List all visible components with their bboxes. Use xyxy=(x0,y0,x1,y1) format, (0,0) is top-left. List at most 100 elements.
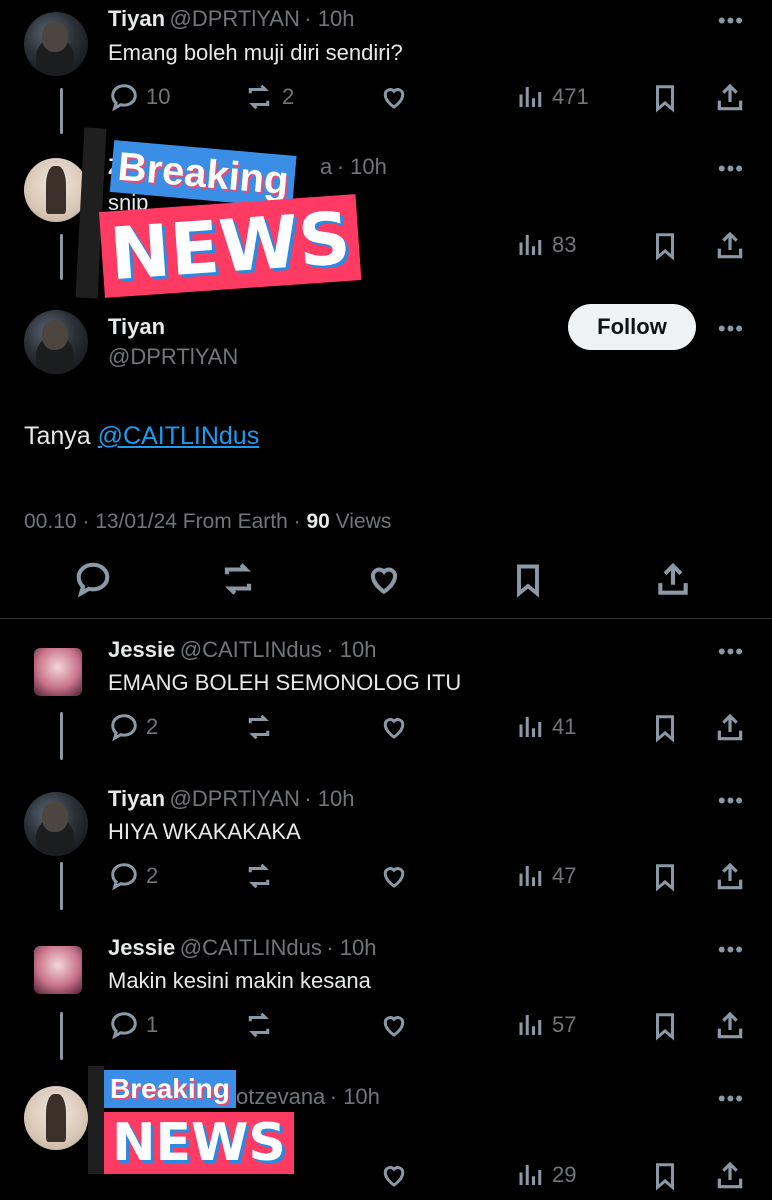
views-count: 83 xyxy=(552,232,577,257)
analytics-icon xyxy=(519,87,542,107)
bookmark-icon xyxy=(656,1013,674,1041)
more-options-button[interactable]: ••• xyxy=(718,937,744,963)
share-icon xyxy=(717,231,743,259)
bookmark-icon xyxy=(656,85,674,113)
tweet-time: · 10h xyxy=(336,154,387,179)
mention-link[interactable]: @CAITLINdus xyxy=(98,422,260,450)
views-count: 90 xyxy=(306,510,330,533)
avatar[interactable] xyxy=(34,648,82,696)
more-options-button[interactable]: ••• xyxy=(718,156,744,182)
like-button[interactable] xyxy=(378,712,410,742)
heart-icon xyxy=(383,88,405,109)
share-button[interactable] xyxy=(714,1010,746,1042)
views-button[interactable]: 83 xyxy=(516,230,576,260)
avatar[interactable] xyxy=(24,12,88,76)
views-label: Views xyxy=(329,510,392,533)
views-button[interactable]: 29 xyxy=(516,1160,576,1190)
avatar[interactable] xyxy=(34,946,82,994)
like-button[interactable] xyxy=(378,82,410,112)
bookmark-button[interactable] xyxy=(650,82,680,114)
repost-icon xyxy=(248,84,270,110)
bookmark-button[interactable] xyxy=(650,1010,680,1042)
sticker-news: NEWS xyxy=(104,1112,294,1174)
reply-button[interactable]: 2 xyxy=(108,861,158,891)
user-handle[interactable]: @CAITLINdus xyxy=(180,935,322,960)
views-button[interactable]: 57 xyxy=(516,1010,576,1040)
share-button[interactable] xyxy=(714,230,746,262)
bookmark-icon xyxy=(517,564,539,598)
follow-button[interactable]: Follow xyxy=(568,304,696,350)
repost-icon xyxy=(248,1012,270,1038)
heart-icon xyxy=(370,567,398,595)
bookmark-button[interactable] xyxy=(650,861,680,893)
bookmark-button[interactable] xyxy=(650,230,680,262)
like-button[interactable] xyxy=(364,560,404,598)
display-name[interactable]: Tiyan xyxy=(108,6,165,31)
reply-button[interactable]: 1 xyxy=(108,1010,158,1040)
thread-line xyxy=(60,712,63,760)
reply-button[interactable]: 2 xyxy=(108,712,158,742)
tweet-text: Makin kesini makin kesana xyxy=(108,968,371,993)
bookmark-icon xyxy=(656,715,674,743)
sticker-news: NEWS xyxy=(99,194,362,298)
views-button[interactable]: 47 xyxy=(516,861,576,891)
repost-button[interactable] xyxy=(242,861,276,891)
more-options-button[interactable]: ••• xyxy=(718,316,744,342)
more-options-button[interactable]: ••• xyxy=(718,1086,744,1112)
share-button[interactable] xyxy=(714,712,746,744)
reply-icon xyxy=(76,562,110,598)
views-count: 57 xyxy=(552,1012,577,1037)
analytics-icon xyxy=(519,1015,542,1035)
repost-button[interactable] xyxy=(242,1010,276,1040)
bookmark-button[interactable] xyxy=(650,1160,680,1192)
display-name[interactable]: Jessie xyxy=(108,637,175,662)
thread-line xyxy=(60,862,63,910)
user-handle[interactable]: @DPRTlYAN xyxy=(108,344,238,370)
repost-icon xyxy=(224,563,252,595)
tweet-metadata: 00.10 · 13/01/24 From Earth · 90 Views xyxy=(24,510,391,534)
tweet-text: EMANG BOLEH SEMONOLOG ITU xyxy=(108,670,462,695)
display-name[interactable]: Tiyan xyxy=(108,314,165,340)
reply-button[interactable] xyxy=(74,560,112,598)
thread-line xyxy=(60,234,63,280)
views-button[interactable]: 41 xyxy=(516,712,576,742)
like-button[interactable] xyxy=(378,861,410,891)
tweet-time: · 10h xyxy=(304,786,355,811)
tweet-header-tail: otzevana · 10h xyxy=(236,1084,380,1110)
display-name[interactable]: Tiyan xyxy=(108,786,165,811)
like-button[interactable] xyxy=(378,1010,410,1040)
avatar[interactable] xyxy=(24,1086,88,1150)
avatar[interactable] xyxy=(24,158,88,222)
repost-button[interactable]: 2 xyxy=(242,82,294,112)
user-handle[interactable]: @CAITLINdus xyxy=(180,637,322,662)
timestamp[interactable]: 00.10 · 13/01/24 From Earth · xyxy=(24,510,306,533)
repost-button[interactable] xyxy=(242,712,276,742)
sticker-breaking: Breaking xyxy=(104,1070,236,1108)
like-button[interactable] xyxy=(378,1160,410,1190)
user-handle[interactable]: a xyxy=(320,154,332,179)
more-options-button[interactable]: ••• xyxy=(718,639,744,665)
more-options-button[interactable]: ••• xyxy=(718,788,744,814)
avatar[interactable] xyxy=(24,792,88,856)
share-icon xyxy=(717,862,743,890)
user-handle[interactable]: otzevana xyxy=(236,1084,325,1109)
share-button[interactable] xyxy=(714,1160,746,1192)
sticker-shadow xyxy=(88,1066,104,1174)
user-handle[interactable]: @DPRTlYAN xyxy=(170,6,300,31)
views-button[interactable]: 471 xyxy=(516,82,589,112)
share-button[interactable] xyxy=(654,560,692,600)
reply-icon xyxy=(111,714,137,742)
share-button[interactable] xyxy=(714,861,746,893)
share-button[interactable] xyxy=(714,82,746,114)
user-handle[interactable]: @DPRTlYAN xyxy=(170,786,300,811)
more-options-button[interactable]: ••• xyxy=(718,8,744,34)
reply-icon xyxy=(111,1012,137,1040)
reply-button[interactable]: 10 xyxy=(108,82,170,112)
reply-icon xyxy=(111,863,137,891)
repost-button[interactable] xyxy=(218,560,258,598)
display-name[interactable]: Jessie xyxy=(108,935,175,960)
bookmark-button[interactable] xyxy=(510,560,546,600)
repost-icon xyxy=(248,714,270,740)
bookmark-button[interactable] xyxy=(650,712,680,744)
avatar[interactable] xyxy=(24,310,88,374)
